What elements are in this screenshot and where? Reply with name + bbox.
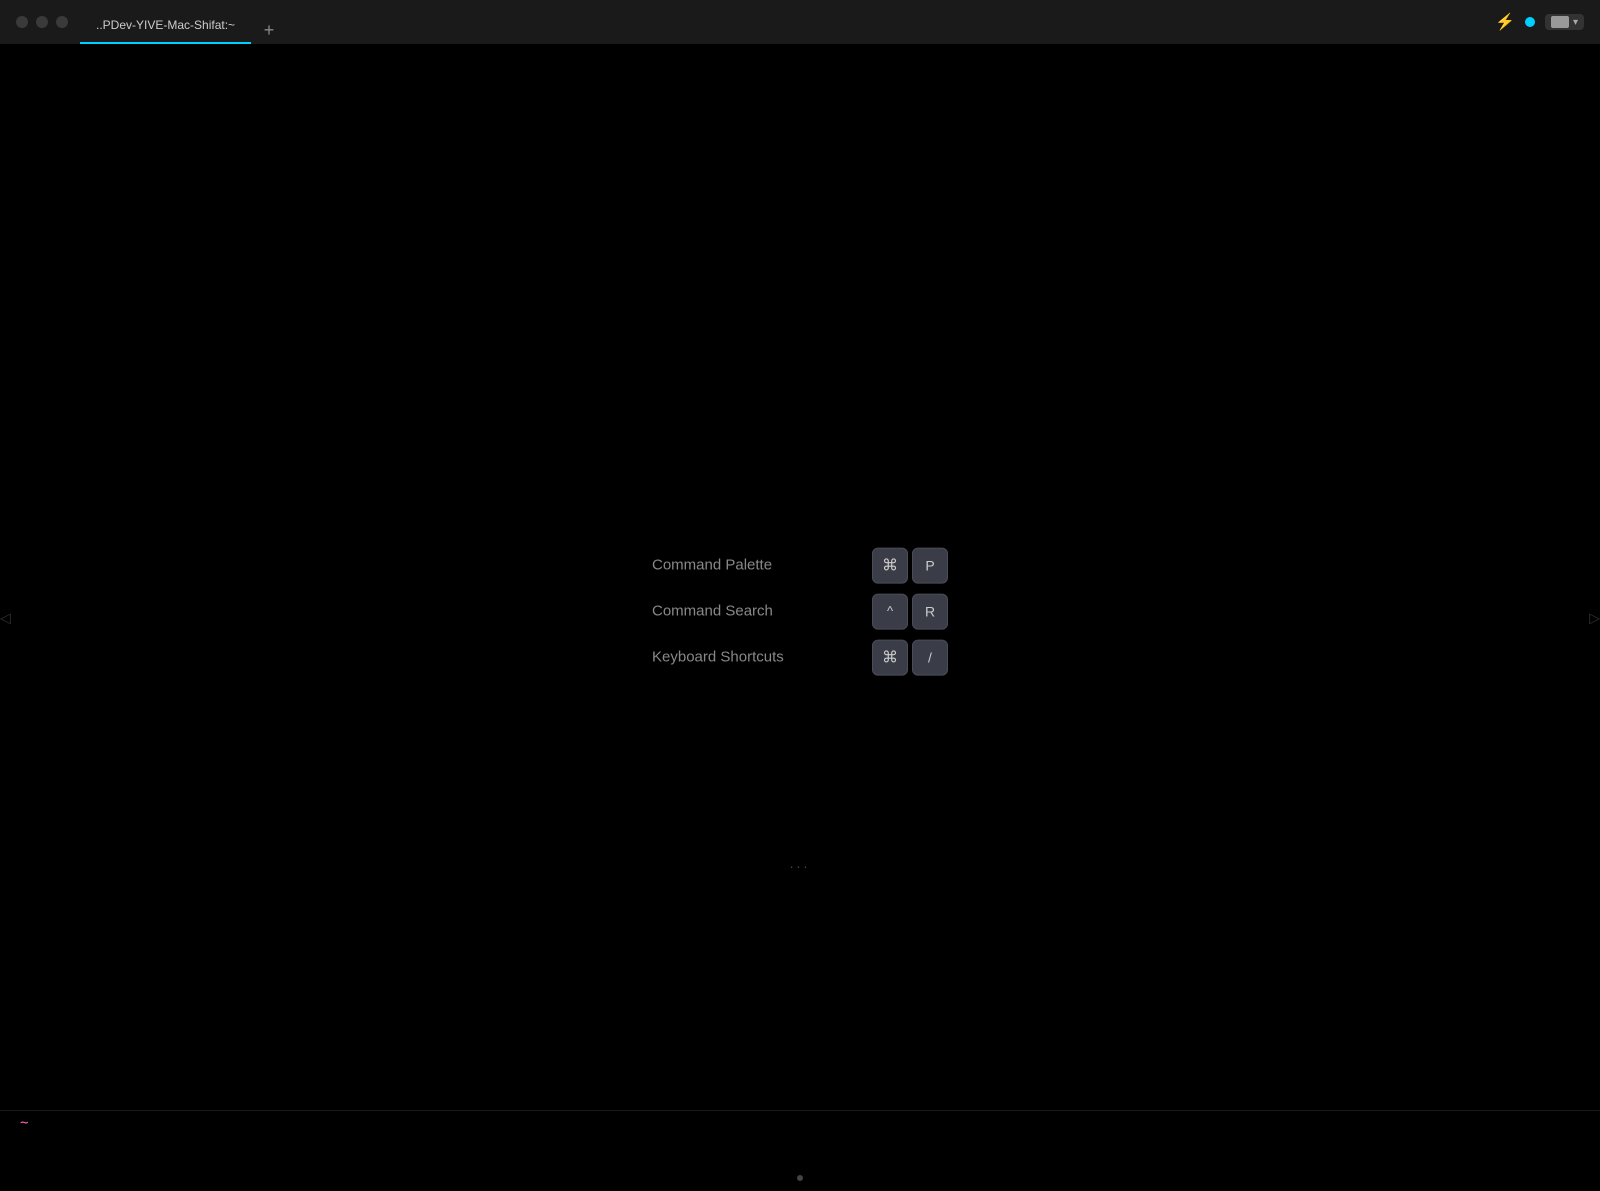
key-ctrl: ^ bbox=[872, 593, 908, 629]
key-cmd-1: ⌘ bbox=[872, 547, 908, 583]
tabs-area: ..PDev-YIVE-Mac-Shifat:~ + bbox=[80, 0, 283, 44]
key-r: R bbox=[912, 593, 948, 629]
command-search-keys: ^ R bbox=[872, 593, 948, 629]
prompt-symbol: ~ bbox=[20, 1115, 28, 1131]
plus-icon: + bbox=[264, 20, 275, 41]
right-arrow-icon: ▷ bbox=[1589, 609, 1600, 626]
key-slash: / bbox=[912, 639, 948, 675]
tab-label: ..PDev-YIVE-Mac-Shifat:~ bbox=[96, 18, 235, 32]
bottom-dots: ... bbox=[790, 855, 811, 871]
shortcut-row-keyboard: Keyboard Shortcuts ⌘ / bbox=[652, 639, 948, 675]
lightning-icon[interactable]: ⚡ bbox=[1495, 12, 1515, 32]
bottom-center-dot bbox=[797, 1175, 803, 1181]
minimize-button[interactable] bbox=[36, 16, 48, 28]
keyboard-shortcuts-keys: ⌘ / bbox=[872, 639, 948, 675]
shortcut-row-search: Command Search ^ R bbox=[652, 593, 948, 629]
titlebar: ..PDev-YIVE-Mac-Shifat:~ + ⚡ ▾ bbox=[0, 0, 1600, 44]
shortcut-row-palette: Command Palette ⌘ P bbox=[652, 547, 948, 583]
terminal-body: ◁ ▷ Command Palette ⌘ P Command Search ^… bbox=[0, 44, 1600, 1191]
chevron-down-icon: ▾ bbox=[1573, 17, 1578, 28]
profile-button[interactable]: ▾ bbox=[1545, 14, 1584, 30]
command-search-label: Command Search bbox=[652, 603, 852, 620]
left-arrow-icon: ◁ bbox=[0, 609, 11, 626]
keyboard-shortcuts-label: Keyboard Shortcuts bbox=[652, 649, 852, 666]
status-dot bbox=[1525, 17, 1535, 27]
key-p: P bbox=[912, 547, 948, 583]
close-button[interactable] bbox=[16, 16, 28, 28]
key-cmd-2: ⌘ bbox=[872, 639, 908, 675]
add-tab-button[interactable]: + bbox=[255, 16, 283, 44]
command-palette-label: Command Palette bbox=[652, 557, 852, 574]
divider bbox=[0, 1110, 1600, 1111]
profile-rect-icon bbox=[1551, 16, 1569, 28]
titlebar-right: ⚡ ▾ bbox=[1495, 12, 1600, 32]
command-palette-keys: ⌘ P bbox=[872, 547, 948, 583]
shortcuts-panel: Command Palette ⌘ P Command Search ^ R K… bbox=[652, 547, 948, 675]
traffic-lights bbox=[0, 16, 68, 28]
maximize-button[interactable] bbox=[56, 16, 68, 28]
prompt-line: ~ bbox=[20, 1115, 28, 1131]
active-tab[interactable]: ..PDev-YIVE-Mac-Shifat:~ bbox=[80, 8, 251, 44]
